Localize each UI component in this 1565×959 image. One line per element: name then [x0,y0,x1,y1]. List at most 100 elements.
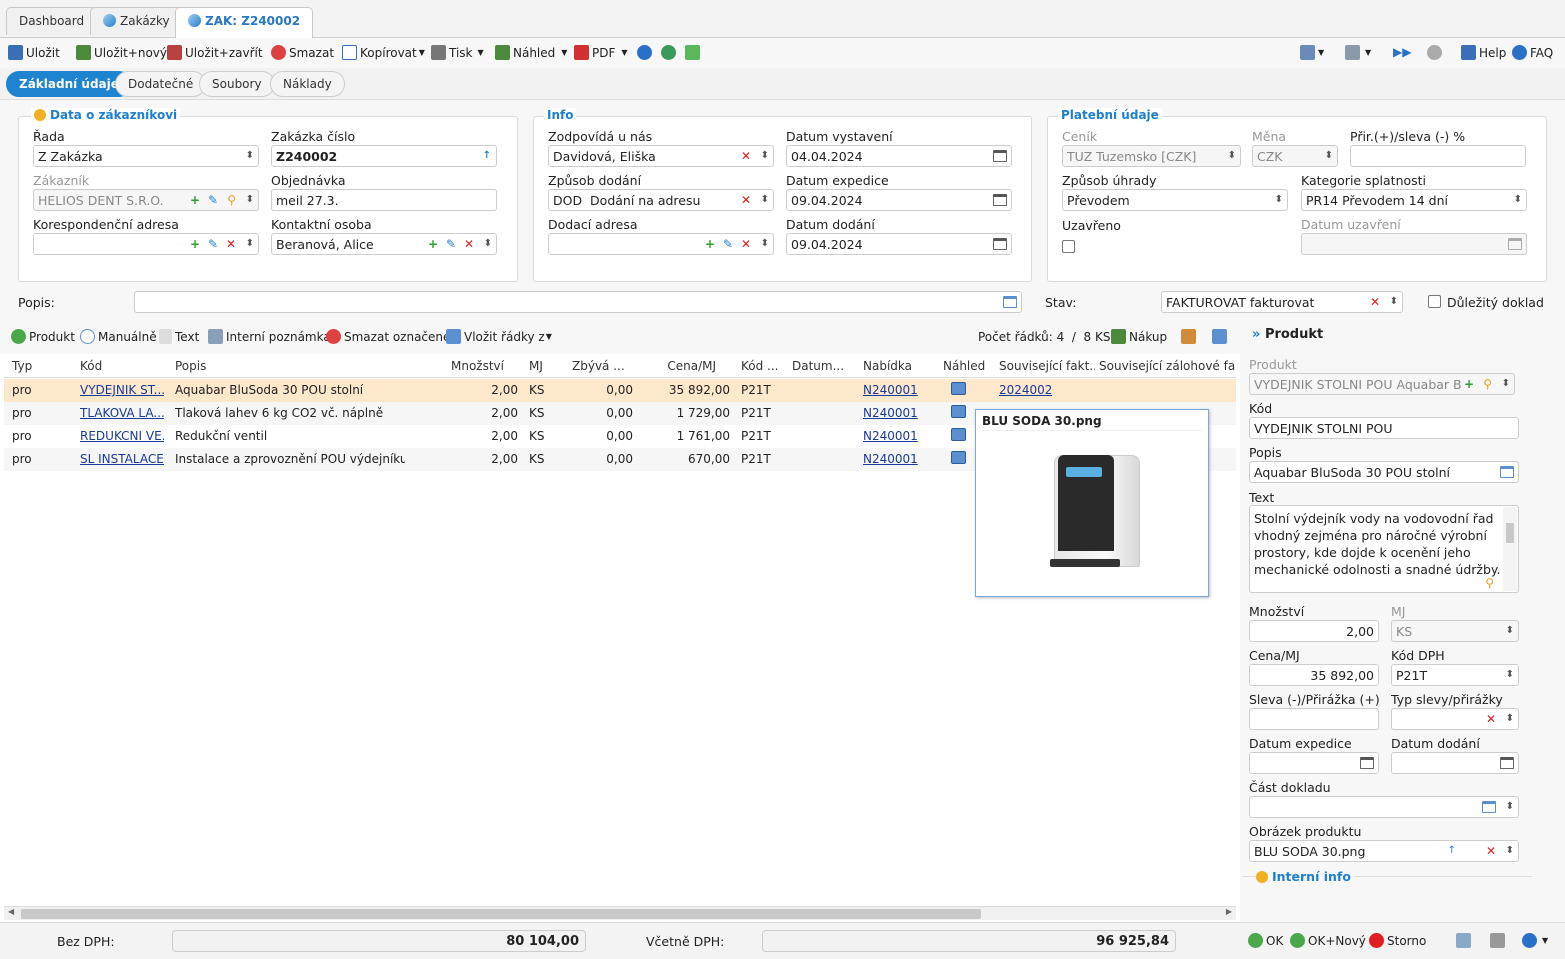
clear-icon[interactable]: ✕ [1370,294,1380,310]
dodani-date[interactable]: 09.04.2024 [786,233,1012,255]
pp-produkt-field[interactable]: VYDEJNIK STOLNI POU Aquabar Bl + ⚲ ⬍ [1249,373,1515,395]
scroll-right-icon[interactable]: ▶ [1226,907,1232,916]
spinner-icon[interactable]: ⬍ [246,236,254,252]
save-close-button[interactable]: Uložit+zavřít [167,45,263,60]
money-button[interactable] [685,45,703,60]
clear-icon[interactable]: ✕ [226,236,236,252]
col-nabidka[interactable]: Nabídka [863,359,912,373]
clear-icon[interactable]: ✕ [741,236,751,252]
dodaci-field[interactable]: + ✎ ✕ ⬍ [548,233,774,255]
zodp-field[interactable]: Davidová, Eliška ✕ ⬍ [548,145,774,167]
add-note-button[interactable]: Interní poznámka [208,329,331,344]
product-link[interactable]: SL INSTALACE... [80,452,164,466]
edit-icon[interactable]: ✎ [446,236,456,252]
col-cena[interactable]: Cena/MJ [644,359,716,373]
vertical-scrollbar[interactable] [1503,507,1517,591]
stav-select[interactable]: FAKTUROVAT fakturovat ✕ ⬍ [1161,291,1403,313]
spinner-icon[interactable]: ⬍ [1506,711,1514,727]
preview-icon[interactable] [951,382,966,398]
spinner-icon[interactable]: ⬍ [1506,843,1514,859]
calendar-icon[interactable] [1360,757,1374,773]
product-link[interactable]: TLAKOVA LA... [80,406,164,420]
layout-button[interactable]: ▼ [1300,45,1324,60]
pp-popis-field[interactable]: Aquabar BluSoda 30 POU stolní [1249,461,1519,483]
subtab-naklady[interactable]: Náklady [270,71,345,97]
tab-zakazky[interactable]: Zakázky [90,7,183,35]
add-icon[interactable]: + [190,236,200,252]
list-view-button[interactable] [1456,933,1474,948]
pp-mj-select[interactable]: KS ⬍ [1391,620,1519,642]
zoom-icon[interactable]: ⚲ [1485,576,1494,590]
save-new-button[interactable]: Uložit+nový [76,45,167,60]
sleva-field[interactable] [1350,145,1526,167]
pp-dod-date[interactable] [1391,752,1519,774]
chart-button[interactable] [1181,329,1199,344]
arrow-up-icon[interactable]: ↑ [483,148,491,164]
datum-uz-date[interactable] [1301,233,1527,255]
edit-icon[interactable]: ✎ [208,192,218,208]
col-kod-dph[interactable]: Kód ... [741,359,785,373]
uzavreno-checkbox[interactable] [1062,240,1075,253]
export-button[interactable] [1212,329,1230,344]
spinner-icon[interactable]: ⬍ [484,236,492,252]
info-button[interactable] [637,45,655,60]
spinner-icon[interactable]: ⬍ [1506,799,1514,815]
cislo-field[interactable]: Z240002 ↑ [271,145,497,167]
clear-icon[interactable]: ✕ [1486,711,1496,727]
edit-icon[interactable]: ✎ [208,236,218,252]
spinner-icon[interactable]: ⬍ [1390,294,1398,310]
add-icon[interactable]: + [428,236,438,252]
rada-select[interactable]: Z Zakázka ⬍ [33,145,259,167]
forward-button[interactable]: ▶▶ [1393,45,1411,59]
pp-obr-field[interactable]: BLU SODA 30.png ↑ ✕ ⬍ [1249,840,1519,862]
info-menu-button[interactable]: ▼ [1522,933,1548,948]
zpusob-field[interactable]: DOD Dodání na adresu ✕ ⬍ [548,189,774,211]
spinner-icon[interactable]: ⬍ [1275,192,1283,208]
preview-icon[interactable] [951,428,966,444]
pp-kod-field[interactable]: VYDEJNIK STOLNI POU [1249,417,1519,439]
clear-icon[interactable]: ✕ [1486,843,1496,859]
add-product-button[interactable]: Produkt [11,329,75,344]
calendar-icon[interactable] [1500,757,1514,773]
preview-button[interactable]: Náhled ▼ [495,45,567,60]
product-link[interactable]: VYDEJNIK ST... [80,383,164,397]
subtab-zakladni[interactable]: Základní údaje [6,71,132,97]
mail-button[interactable]: ▼ [1345,45,1371,60]
search-icon[interactable]: ⚲ [1483,376,1492,392]
pp-exp-date[interactable] [1249,752,1379,774]
globe-button[interactable] [661,45,679,60]
spinner-icon[interactable]: ⬍ [1506,667,1514,683]
pp-sleva-field[interactable] [1249,708,1379,730]
col-datum[interactable]: Datum... [792,359,854,373]
delete-button[interactable]: Smazat [271,45,334,60]
spinner-icon[interactable]: ⬍ [1506,623,1514,639]
storno-button[interactable]: Storno [1369,933,1426,948]
spinner-icon[interactable]: ⬍ [1228,148,1236,164]
spinner-icon[interactable]: ⬍ [761,236,769,252]
calendar-icon[interactable] [993,194,1007,210]
pp-cena-field[interactable]: 35 892,00 [1249,664,1379,686]
spinner-icon[interactable]: ⬍ [1514,192,1522,208]
arrow-up-icon[interactable]: ↑ [1448,843,1456,859]
calendar-icon[interactable] [1508,238,1522,254]
offer-link[interactable]: N240001 [863,452,918,466]
clear-icon[interactable]: ✕ [464,236,474,252]
add-icon[interactable]: + [705,236,715,252]
add-icon[interactable]: + [1461,376,1474,392]
ok-button[interactable]: OK [1248,933,1283,948]
scroll-left-icon[interactable]: ◀ [8,907,14,916]
col-mnozstvi[interactable]: Množství [414,359,504,373]
table-row[interactable]: pro VYDEJNIK ST... Aquabar BluSoda 30 PO… [4,379,1236,402]
product-link[interactable]: REDUKCNI VE... [80,429,164,443]
pp-text-area[interactable]: Stolní výdejník vody na vodovodní řad vh… [1249,505,1519,593]
exped-date[interactable]: 09.04.2024 [786,189,1012,211]
tab-zak-z240002[interactable]: ZAK: Z240002 [175,7,314,38]
ok-new-button[interactable]: OK+Nový [1290,933,1366,948]
save-button[interactable]: Uložit [8,45,60,60]
clear-icon[interactable]: ✕ [741,148,751,164]
subtab-dodatecne[interactable]: Dodatečné [115,71,207,97]
preview-icon[interactable] [951,405,966,421]
purchase-button[interactable]: Nákup [1111,329,1167,344]
delete-selected-button[interactable]: Smazat označené [326,329,450,344]
offer-link[interactable]: N240001 [863,406,918,420]
